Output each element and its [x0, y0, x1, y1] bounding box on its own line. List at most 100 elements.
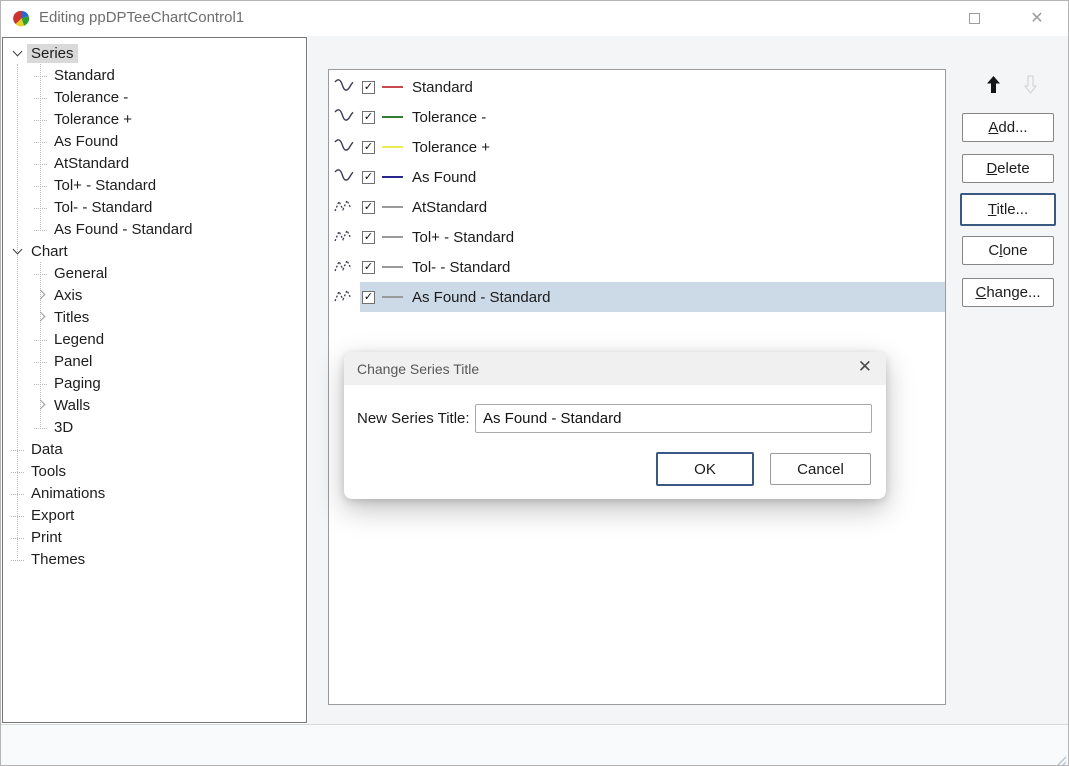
chevron-icon[interactable] [32, 132, 50, 150]
tree-item-label: General [50, 264, 111, 283]
series-row[interactable]: ✓ Tol- - Standard [329, 252, 945, 282]
series-row[interactable]: ✓ Tolerance - [329, 102, 945, 132]
tree-item-label: Standard [50, 66, 119, 85]
series-color-swatch [382, 206, 403, 208]
series-row-body: ✓ Standard [360, 72, 945, 102]
tree-item-label: Series [27, 44, 78, 63]
chevron-icon[interactable] [32, 374, 50, 392]
chevron-icon[interactable] [32, 198, 50, 216]
tree-item-label: Tolerance + [50, 110, 136, 129]
add-series-button[interactable]: Add... [962, 113, 1054, 142]
chevron-icon[interactable] [32, 396, 50, 414]
move-down-button[interactable] [1017, 71, 1043, 97]
tree-item[interactable]: Titles [3, 306, 306, 328]
tree-item[interactable]: As Found [3, 130, 306, 152]
resize-grip[interactable] [1055, 754, 1067, 766]
chevron-icon[interactable] [9, 484, 27, 502]
chevron-icon[interactable] [9, 528, 27, 546]
tree-item[interactable]: Tolerance - [3, 86, 306, 108]
tree-item[interactable]: Tol- - Standard [3, 196, 306, 218]
clone-series-button[interactable]: Clone [962, 236, 1054, 265]
series-row[interactable]: ✓ Standard [329, 72, 945, 102]
tree-item[interactable]: Animations [3, 482, 306, 504]
chevron-icon[interactable] [32, 330, 50, 348]
chevron-icon[interactable] [32, 88, 50, 106]
series-checkbox[interactable]: ✓ [362, 261, 375, 274]
chevron-icon[interactable] [9, 550, 27, 568]
chevron-icon[interactable] [9, 440, 27, 458]
chevron-icon[interactable] [32, 418, 50, 436]
tree-item-label: Paging [50, 374, 105, 393]
tree-item[interactable]: As Found - Standard [3, 218, 306, 240]
chevron-icon[interactable] [32, 308, 50, 326]
series-row[interactable]: ✓ AtStandard [329, 192, 945, 222]
tree-item[interactable]: Tol+ - Standard [3, 174, 306, 196]
series-type-icon [334, 197, 356, 217]
chevron-icon[interactable] [9, 44, 27, 62]
tree-item[interactable]: Export [3, 504, 306, 526]
tree-item[interactable]: Tools [3, 460, 306, 482]
tree-item[interactable]: Axis [3, 284, 306, 306]
tree-item[interactable]: AtStandard [3, 152, 306, 174]
change-series-button[interactable]: Change... [962, 278, 1054, 307]
series-type-icon [334, 287, 356, 307]
tree-item[interactable]: Series [3, 42, 306, 64]
maximize-button[interactable] [951, 1, 997, 35]
series-row[interactable]: ✓ Tol+ - Standard [329, 222, 945, 252]
tree-item[interactable]: Paging [3, 372, 306, 394]
tree-item[interactable]: Legend [3, 328, 306, 350]
series-row-body: ✓ Tolerance - [360, 102, 945, 132]
cancel-button[interactable]: Cancel [770, 453, 871, 485]
chevron-icon[interactable] [32, 66, 50, 84]
series-label: Tol- - Standard [412, 259, 510, 276]
tree-item[interactable]: Data [3, 438, 306, 460]
tree-item[interactable]: Print [3, 526, 306, 548]
series-checkbox[interactable]: ✓ [362, 171, 375, 184]
series-row-body: ✓ Tolerance + [360, 132, 945, 162]
chevron-icon[interactable] [32, 286, 50, 304]
tree-item[interactable]: Standard [3, 64, 306, 86]
series-row-body: ✓ Tol- - Standard [360, 252, 945, 282]
dialog-titlebar: Change Series Title ✕ [344, 352, 886, 385]
series-color-swatch [382, 146, 403, 148]
series-row[interactable]: ✓ As Found - Standard [329, 282, 945, 312]
series-row[interactable]: ✓ As Found [329, 162, 945, 192]
chevron-icon[interactable] [32, 154, 50, 172]
move-up-button[interactable] [980, 71, 1006, 97]
series-checkbox[interactable]: ✓ [362, 291, 375, 304]
series-row[interactable]: ✓ Tolerance + [329, 132, 945, 162]
tree-item-label: Panel [50, 352, 96, 371]
tree-item[interactable]: Walls [3, 394, 306, 416]
new-series-title-input[interactable] [475, 404, 872, 433]
chevron-icon[interactable] [32, 176, 50, 194]
title-series-button[interactable]: Title... [960, 193, 1056, 226]
tree-item-label: Chart [27, 242, 72, 261]
tree-item[interactable]: Themes [3, 548, 306, 570]
series-checkbox[interactable]: ✓ [362, 111, 375, 124]
series-type-icon [334, 137, 356, 157]
tree-item-label: Tol- - Standard [50, 198, 156, 217]
tree-item-label: Data [27, 440, 67, 459]
ok-button[interactable]: OK [656, 452, 754, 486]
window-close-button[interactable]: ✕ [1014, 1, 1060, 35]
delete-series-button[interactable]: Delete [962, 154, 1054, 183]
tree-item[interactable]: 3D [3, 416, 306, 438]
chevron-icon[interactable] [9, 242, 27, 260]
chevron-icon[interactable] [32, 264, 50, 282]
series-checkbox[interactable]: ✓ [362, 201, 375, 214]
series-checkbox[interactable]: ✓ [362, 81, 375, 94]
series-checkbox[interactable]: ✓ [362, 141, 375, 154]
chevron-icon[interactable] [9, 506, 27, 524]
chevron-icon[interactable] [32, 220, 50, 238]
tree-item[interactable]: Chart [3, 240, 306, 262]
button-label: Delete [986, 160, 1029, 177]
series-checkbox[interactable]: ✓ [362, 231, 375, 244]
tree-item-label: Tol+ - Standard [50, 176, 160, 195]
dialog-close-button[interactable]: ✕ [858, 357, 872, 377]
chevron-icon[interactable] [32, 352, 50, 370]
tree-item[interactable]: General [3, 262, 306, 284]
tree-item[interactable]: Panel [3, 350, 306, 372]
tree-item[interactable]: Tolerance + [3, 108, 306, 130]
chevron-icon[interactable] [32, 110, 50, 128]
chevron-icon[interactable] [9, 462, 27, 480]
